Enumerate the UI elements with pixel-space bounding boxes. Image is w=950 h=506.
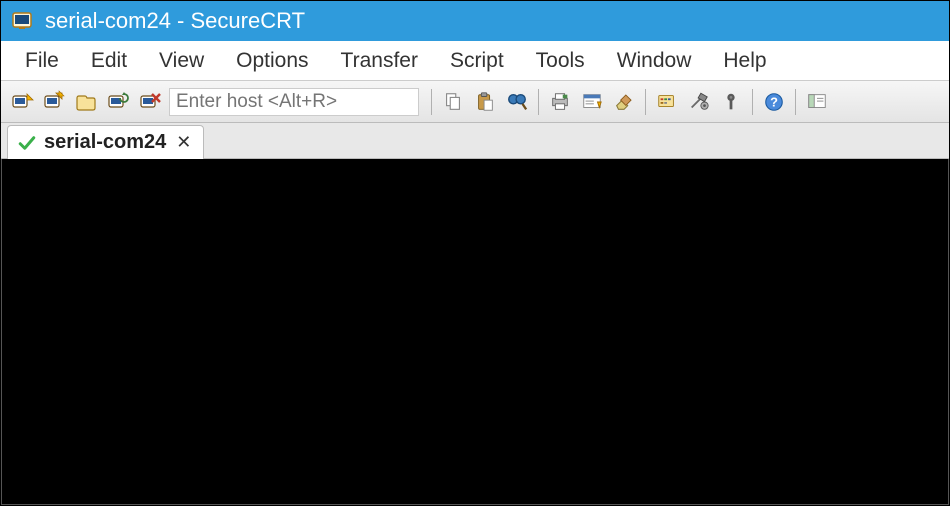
connected-check-icon <box>18 134 36 152</box>
toolbar-separator <box>795 89 796 115</box>
menu-options[interactable]: Options <box>220 45 324 77</box>
properties-button[interactable] <box>577 87 607 117</box>
toolbar: ? <box>1 81 949 123</box>
host-input[interactable] <box>169 88 419 116</box>
window-title: serial-com24 - SecureCRT <box>45 8 305 34</box>
menu-transfer[interactable]: Transfer <box>325 45 434 77</box>
toolbar-separator <box>752 89 753 115</box>
terminal-view[interactable] <box>1 159 949 505</box>
global-options-button[interactable] <box>684 87 714 117</box>
session-tab[interactable]: serial-com24 ✕ <box>7 125 204 159</box>
menu-file[interactable]: File <box>9 45 75 77</box>
menu-view[interactable]: View <box>143 45 220 77</box>
menu-edit[interactable]: Edit <box>75 45 143 77</box>
toolbar-separator <box>538 89 539 115</box>
help-button[interactable]: ? <box>759 87 789 117</box>
toolbar-separator <box>645 89 646 115</box>
connect-in-tab-button[interactable] <box>71 87 101 117</box>
toolbar-separator <box>431 89 432 115</box>
tab-bar: serial-com24 ✕ <box>1 123 949 159</box>
menu-bar: File Edit View Options Transfer Script T… <box>1 41 949 81</box>
app-icon <box>9 8 35 34</box>
tab-label: serial-com24 <box>44 131 166 154</box>
toggle-panel-button[interactable] <box>802 87 832 117</box>
copy-button[interactable] <box>438 87 468 117</box>
clear-screen-button[interactable] <box>609 87 639 117</box>
menu-script[interactable]: Script <box>434 45 520 77</box>
menu-tools[interactable]: Tools <box>520 45 601 77</box>
title-bar: serial-com24 - SecureCRT <box>1 1 949 41</box>
disconnect-button[interactable] <box>135 87 165 117</box>
connect-button[interactable] <box>7 87 37 117</box>
paste-button[interactable] <box>470 87 500 117</box>
find-button[interactable] <box>502 87 532 117</box>
svg-text:?: ? <box>770 94 778 109</box>
session-options-button[interactable] <box>652 87 682 117</box>
menu-help[interactable]: Help <box>707 45 782 77</box>
quick-connect-button[interactable] <box>39 87 69 117</box>
print-button[interactable] <box>545 87 575 117</box>
menu-window[interactable]: Window <box>601 45 708 77</box>
reconnect-button[interactable] <box>103 87 133 117</box>
lock-button[interactable] <box>716 87 746 117</box>
tab-close-button[interactable]: ✕ <box>174 132 193 153</box>
